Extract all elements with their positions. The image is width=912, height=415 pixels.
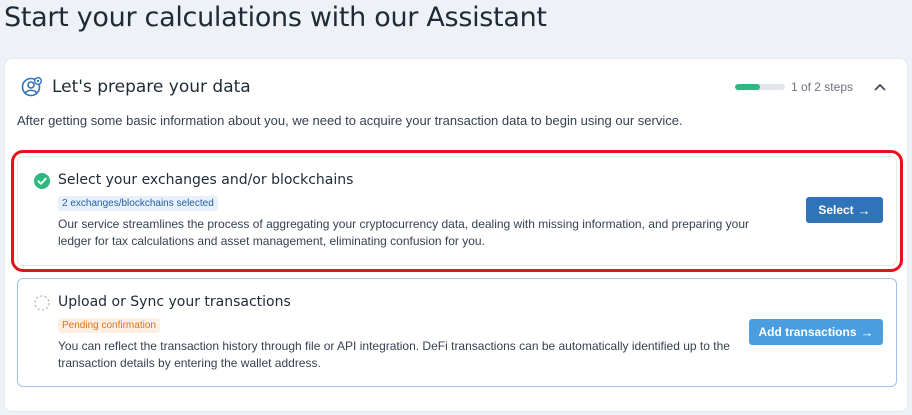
card-header: Let's prepare your data 1 of 2 steps (21, 75, 891, 99)
step-description: Our service streamlines the process of a… (58, 217, 750, 248)
status-badge: Pending confirmation (58, 318, 160, 333)
card-title: Let's prepare your data (52, 77, 251, 97)
select-button[interactable]: Select → (806, 197, 883, 223)
steps-label: 1 of 2 steps (790, 80, 853, 94)
step-description: You can reflect the transaction history … (58, 339, 730, 370)
chevron-up-icon[interactable] (869, 76, 891, 98)
step-title: Select your exchanges and/or blockchains (58, 172, 354, 188)
add-transactions-button-label: Add transactions (758, 325, 857, 339)
progress-fill (734, 84, 760, 90)
arrow-right-icon: → (857, 202, 871, 218)
status-badge: 2 exchanges/blockchains selected (58, 196, 218, 211)
user-settings-icon (21, 76, 43, 98)
progress-bar (734, 84, 785, 90)
progress-indicator: 1 of 2 steps (734, 75, 891, 99)
intro-text: After getting some basic information abo… (17, 113, 683, 128)
select-button-label: Select (818, 203, 854, 217)
pending-circle-icon (34, 295, 50, 311)
prepare-data-card: Let's prepare your data 1 of 2 steps Aft… (4, 58, 908, 412)
step-upload-transactions: Upload or Sync your transactions Pending… (17, 278, 897, 387)
arrow-right-icon: → (860, 324, 874, 340)
step-title: Upload or Sync your transactions (58, 294, 291, 310)
page-title: Start your calculations with our Assista… (4, 2, 547, 33)
check-circle-icon (34, 173, 50, 189)
step-select-exchanges: Select your exchanges and/or blockchains… (17, 156, 897, 266)
add-transactions-button[interactable]: Add transactions → (749, 319, 883, 345)
